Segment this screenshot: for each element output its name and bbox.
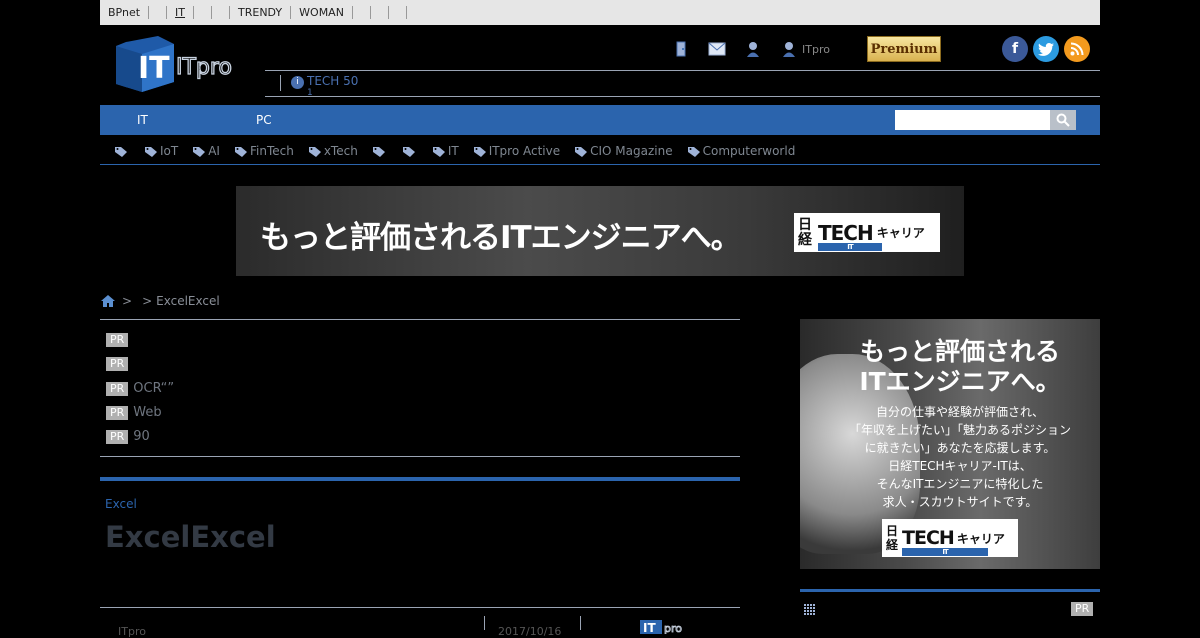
- tag-icon: [372, 146, 385, 157]
- tag-item-iot[interactable]: IoT: [145, 144, 178, 158]
- member-icon[interactable]: [780, 40, 798, 58]
- list-item[interactable]: PR Web: [106, 405, 162, 420]
- tag-item-fintech[interactable]: FinTech: [234, 144, 294, 158]
- topbar-link-it[interactable]: IT: [167, 6, 195, 19]
- article-divider: [100, 477, 740, 481]
- rss-icon[interactable]: [1064, 36, 1090, 62]
- divider: [580, 616, 581, 630]
- svg-text:pro: pro: [664, 622, 682, 634]
- tech-career-logo: 日 経 TECH IT キャリア: [882, 519, 1018, 557]
- side-ad-headline: もっと評価される ITエンジニアへ。: [859, 337, 1061, 396]
- header-icons: ITpro: [672, 38, 830, 60]
- tag-icon: [145, 146, 157, 157]
- header-itpro-label[interactable]: ITpro: [802, 43, 830, 56]
- topbar-link[interactable]: [371, 6, 389, 19]
- side-box-divider: [800, 589, 1100, 592]
- side-banner-ad[interactable]: もっと評価される ITエンジニアへ。 自分の仕事や経験が評価され、 「年収を上げ…: [800, 319, 1100, 569]
- article-category[interactable]: Excel: [105, 497, 137, 511]
- topic-tags: IoT AI FinTech xTech IT ITpro Active CIO…: [100, 138, 1100, 165]
- twitter-icon[interactable]: [1033, 36, 1059, 62]
- tag-icon: [115, 146, 127, 157]
- breadcrumb-sep: >: [122, 294, 133, 308]
- divider: [100, 607, 740, 608]
- pr-badge: PR: [106, 405, 129, 420]
- list-item[interactable]: PR: [106, 357, 133, 371]
- pr-badge: PR: [106, 429, 129, 444]
- tag-icon: [432, 146, 445, 157]
- topbar-link[interactable]: [212, 6, 231, 19]
- tag-item-cio-magazine[interactable]: CIO Magazine: [575, 144, 673, 158]
- tag-item-itpro-active[interactable]: ITpro Active: [473, 144, 560, 158]
- tag-icon: [193, 146, 206, 157]
- search-input[interactable]: [895, 110, 1050, 130]
- grid-icon: [804, 604, 815, 615]
- tag-icon: [473, 146, 486, 157]
- tag-icon: [308, 146, 321, 157]
- side-ad-body: 自分の仕事や経験が評価され、 「年収を上げたい」「魅力あるポジション に就きたい…: [848, 405, 1071, 509]
- tag-item-computerworld[interactable]: Computerworld: [687, 144, 795, 158]
- banner-ad[interactable]: もっと評価されるITエンジニアへ。 日経 TECH IT キャリア: [236, 186, 964, 276]
- itpro-premium-logo[interactable]: Premium: [867, 36, 941, 62]
- topbar-link-woman[interactable]: WOMAN: [291, 6, 353, 19]
- news-ticker: i TECH 50 1: [265, 70, 1100, 98]
- tag-item[interactable]: [402, 146, 418, 157]
- breadcrumb-sep: >: [142, 294, 153, 308]
- divider: [484, 616, 485, 630]
- article-title: ExcelExcel: [105, 520, 276, 554]
- nav-item-pc[interactable]: PC: [256, 113, 272, 127]
- topbar-link[interactable]: [389, 6, 407, 19]
- top-site-bar: BPnet IT TRENDY WOMAN: [100, 0, 1100, 25]
- topbar-link[interactable]: [353, 6, 371, 19]
- svg-text:IT: IT: [643, 621, 656, 634]
- home-icon[interactable]: [100, 294, 116, 308]
- pr-badge: PR: [106, 381, 129, 396]
- door-icon[interactable]: [672, 40, 690, 58]
- info-icon: i: [291, 76, 304, 89]
- facebook-icon[interactable]: f: [1002, 36, 1028, 62]
- article-date: 2017/10/16: [498, 625, 562, 638]
- nav-item-it[interactable]: IT: [137, 113, 148, 127]
- list-item[interactable]: PR 90: [106, 429, 150, 444]
- pr-badge: PR: [1071, 602, 1094, 616]
- tag-item[interactable]: [115, 146, 130, 157]
- tag-item-ai[interactable]: AI: [193, 144, 220, 158]
- list-item[interactable]: PR: [106, 333, 133, 347]
- tag-item[interactable]: [372, 146, 388, 157]
- tag-icon: [687, 146, 700, 157]
- pr-badge: PR: [106, 333, 129, 347]
- breadcrumb-current: ExcelExcel: [156, 294, 220, 308]
- tag-item-it[interactable]: IT: [432, 144, 459, 158]
- tag-item-xtech[interactable]: xTech: [308, 144, 358, 158]
- itpro-small-logo: IT pro: [640, 619, 695, 635]
- tag-icon: [575, 146, 588, 157]
- banner-headline: もっと評価されるITエンジニアへ。: [260, 220, 742, 256]
- topbar-link[interactable]: [149, 6, 168, 19]
- tech-career-logo: 日経 TECH IT キャリア: [794, 213, 940, 252]
- article-source: ITpro: [118, 625, 146, 638]
- news-sub: 1: [307, 88, 313, 98]
- divider: [280, 75, 281, 91]
- breadcrumb: > > ExcelExcel: [100, 294, 740, 320]
- svg-text:IT: IT: [138, 51, 170, 86]
- tag-icon: [402, 146, 415, 157]
- mail-icon[interactable]: [708, 40, 726, 58]
- user-icon[interactable]: [744, 40, 762, 58]
- topbar-link-bpnet[interactable]: BPnet: [108, 6, 150, 19]
- news-headline[interactable]: TECH 50: [307, 75, 358, 87]
- social-links: f: [1002, 36, 1090, 62]
- topbar-link[interactable]: [194, 6, 213, 19]
- list-item[interactable]: PR OCR“”: [106, 381, 174, 396]
- itpro-logo[interactable]: IT ITpro: [116, 34, 246, 94]
- logo-text: ITpro: [176, 55, 232, 80]
- search-button[interactable]: [1050, 110, 1076, 130]
- premium-label: Premium: [870, 41, 938, 57]
- pr-list: PR PR PR OCR“” PR Web PR 90: [100, 328, 740, 457]
- tag-icon: [234, 146, 247, 157]
- search-icon: [1056, 113, 1070, 127]
- topbar-link-trendy[interactable]: TRENDY: [230, 6, 292, 19]
- pr-badge: PR: [106, 357, 129, 371]
